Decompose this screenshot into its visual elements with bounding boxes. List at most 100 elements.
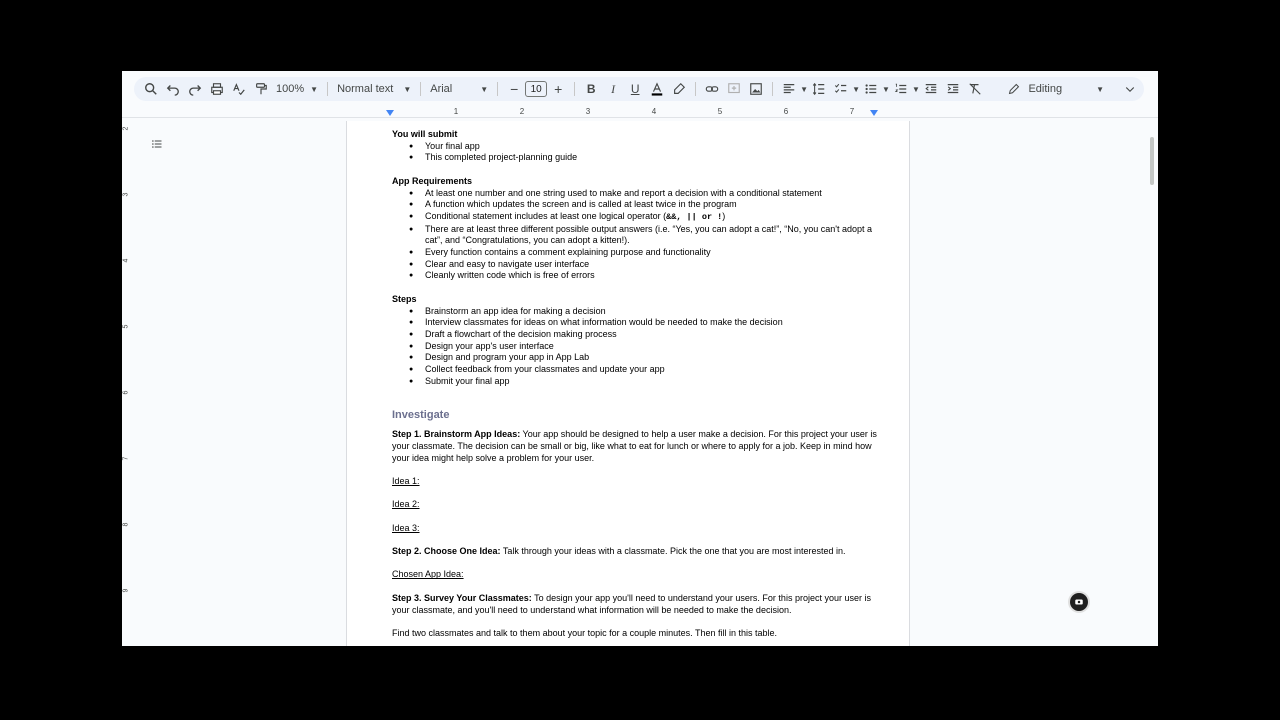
docs-window: 100% ▼ Normal text ▼ Arial ▼ − 10 + B I … <box>122 71 1158 646</box>
divider <box>497 82 499 96</box>
line-spacing-icon[interactable] <box>808 78 830 100</box>
checklist-icon[interactable] <box>830 78 852 100</box>
add-comment-icon[interactable] <box>723 78 745 100</box>
undo-icon[interactable] <box>162 78 184 100</box>
chevron-down-icon[interactable]: ▼ <box>912 85 920 94</box>
text-color-icon[interactable] <box>646 78 668 100</box>
steps-heading: Steps <box>392 293 417 304</box>
outline-list-icon <box>152 140 162 148</box>
scrollbar-thumb[interactable] <box>1150 137 1154 185</box>
insert-image-icon[interactable] <box>745 78 767 100</box>
ruler-tick: 9 <box>122 588 130 593</box>
italic-icon[interactable]: I <box>602 78 624 100</box>
ruler-tick: 1 <box>453 107 459 116</box>
zoom-select[interactable]: 100% ▼ <box>272 83 322 95</box>
font-select[interactable]: Arial ▼ <box>426 83 492 95</box>
decrease-indent-icon[interactable] <box>920 78 942 100</box>
idea1-label: Idea 1: <box>392 475 420 486</box>
ruler-tick: 8 <box>122 522 130 527</box>
chevron-down-icon: ▼ <box>480 84 489 94</box>
document-body[interactable]: You will submit Your final app This comp… <box>392 129 882 640</box>
list-item: Design your app's user interface <box>409 341 882 353</box>
list-item: Clear and easy to navigate user interfac… <box>409 259 882 271</box>
step2-paragraph: Step 2. Choose One Idea: Talk through yo… <box>392 546 882 558</box>
divider <box>327 82 329 96</box>
idea2-label: Idea 2: <box>392 499 420 510</box>
pencil-icon <box>1009 83 1020 95</box>
document-page[interactable]: You will submit Your final app This comp… <box>346 121 910 646</box>
chosen-idea-label: Chosen App Idea: <box>392 569 464 580</box>
chevron-down-icon[interactable]: ▼ <box>852 85 860 94</box>
document-outline-button[interactable] <box>148 135 166 153</box>
investigate-heading: Investigate <box>392 409 450 422</box>
ruler-tick: 7 <box>849 107 855 116</box>
step1-paragraph: Step 1. Brainstorm App Ideas: Your app s… <box>392 429 882 464</box>
chevron-down-icon[interactable]: ▼ <box>882 85 890 94</box>
editing-mode-label: Editing <box>1028 83 1063 95</box>
list-item: This completed project-planning guide <box>409 152 882 164</box>
increase-font-size-button[interactable]: + <box>547 78 569 100</box>
font-size-input[interactable]: 10 <box>525 81 548 97</box>
decrease-font-size-button[interactable]: − <box>503 78 525 100</box>
divider <box>772 82 774 96</box>
highlight-icon[interactable] <box>668 78 690 100</box>
ruler-tick: 5 <box>717 107 723 116</box>
list-item: Every function contains a comment explai… <box>409 247 882 259</box>
collapse-menus-button[interactable] <box>1124 77 1136 101</box>
ruler-tick: 6 <box>122 390 130 395</box>
left-indent-marker[interactable] <box>386 110 394 116</box>
steps-list: Brainstorm an app idea for making a deci… <box>392 306 882 388</box>
ruler-tick: 3 <box>585 107 591 116</box>
paint-format-icon[interactable] <box>250 78 272 100</box>
zoom-value: 100% <box>276 83 305 95</box>
editing-mode-select[interactable]: Editing ▼ <box>1008 77 1104 101</box>
style-value: Normal text <box>337 83 394 95</box>
link-icon[interactable] <box>701 78 723 100</box>
logical-operators: &&, || or ! <box>666 211 723 222</box>
step3-paragraph: Step 3. Survey Your Classmates: To desig… <box>392 593 882 616</box>
list-item: Interview classmates for ideas on what i… <box>409 317 882 329</box>
spellcheck-icon[interactable] <box>228 78 250 100</box>
align-icon[interactable] <box>778 78 800 100</box>
submit-heading: You will submit <box>392 129 458 139</box>
list-item: Cleanly written code which is free of er… <box>409 270 882 282</box>
list-item: Brainstorm an app idea for making a deci… <box>409 306 882 318</box>
floating-screen-recorder-button[interactable] <box>1070 593 1088 611</box>
clear-formatting-icon[interactable] <box>964 78 986 100</box>
requirements-heading: App Requirements <box>392 175 473 186</box>
vertical-ruler[interactable]: 2 3 4 5 6 7 8 9 <box>122 121 134 646</box>
chevron-down-icon[interactable]: ▼ <box>800 85 808 94</box>
right-indent-marker[interactable] <box>870 110 878 116</box>
divider <box>695 82 697 96</box>
step2-text: Talk through your ideas with a classmate… <box>500 546 846 557</box>
chevron-down-icon: ▼ <box>310 84 319 94</box>
increase-indent-icon[interactable] <box>942 78 964 100</box>
underline-icon[interactable]: U <box>624 78 646 100</box>
step2-label: Step 2. Choose One Idea: <box>392 546 501 557</box>
list-item-close: ) <box>722 210 726 221</box>
requirements-list: At least one number and one string used … <box>392 188 882 283</box>
ruler-divider <box>122 117 1158 118</box>
chevron-up-icon <box>1125 87 1135 93</box>
numbered-list-icon[interactable] <box>890 78 912 100</box>
print-icon[interactable] <box>206 78 228 100</box>
recorder-icon <box>1075 599 1083 605</box>
bold-icon[interactable]: B <box>580 78 602 100</box>
chevron-down-icon: ▼ <box>1096 84 1104 94</box>
ruler-tick: 6 <box>783 107 789 116</box>
divider <box>420 82 422 96</box>
list-item: Draft a flowchart of the decision making… <box>409 329 882 341</box>
search-menus-icon[interactable] <box>140 78 162 100</box>
redo-icon[interactable] <box>184 78 206 100</box>
bulleted-list-icon[interactable] <box>860 78 882 100</box>
list-item: Your final app <box>409 141 882 153</box>
list-item: Conditional statement includes at least … <box>409 210 882 224</box>
find-classmates-paragraph: Find two classmates and talk to them abo… <box>392 627 778 638</box>
style-select[interactable]: Normal text ▼ <box>333 83 415 95</box>
ruler-tick: 7 <box>122 456 130 461</box>
ruler-tick: 2 <box>122 126 130 131</box>
step1-label: Step 1. Brainstorm App Ideas: <box>392 429 521 440</box>
list-item: Collect feedback from your classmates an… <box>409 364 882 376</box>
step3-label: Step 3. Survey Your Classmates: <box>392 592 532 603</box>
ruler-tick: 3 <box>122 192 130 197</box>
